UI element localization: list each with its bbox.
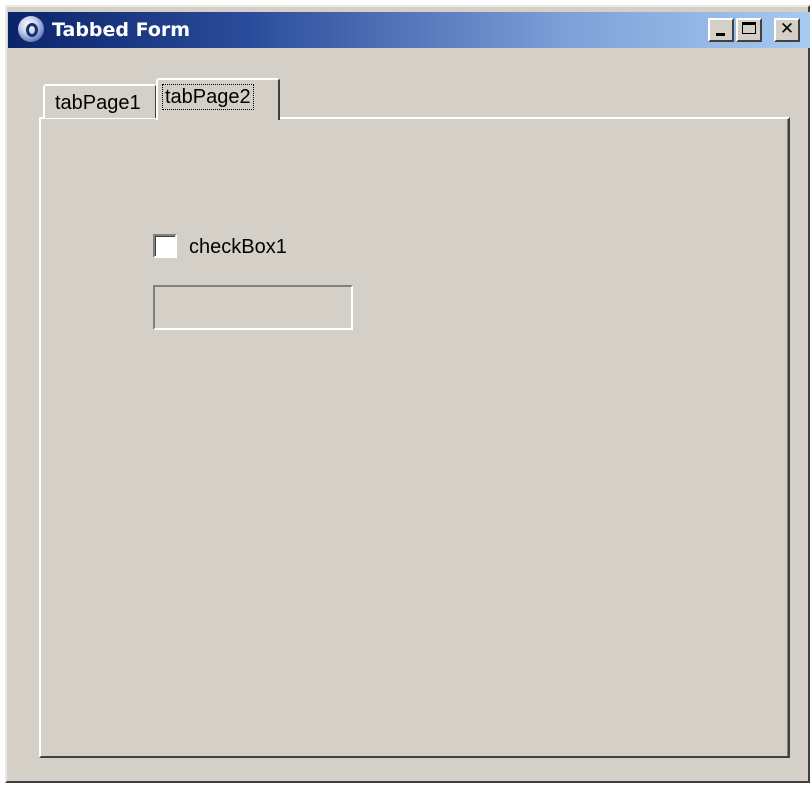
minimize-icon (716, 33, 725, 36)
checkbox1-label[interactable]: checkBox1 (189, 234, 287, 260)
app-icon[interactable] (18, 16, 44, 42)
minimize-button[interactable] (708, 18, 734, 42)
text-input[interactable] (153, 285, 353, 330)
maximize-button[interactable] (736, 18, 762, 42)
tab-tabpage2[interactable]: tabPage2 (156, 78, 280, 120)
tab-label: tabPage1 (55, 92, 141, 114)
tab-page-panel (39, 117, 790, 758)
tab-label: tabPage2 (162, 84, 254, 110)
tab-tabpage1[interactable]: tabPage1 (43, 84, 157, 118)
close-button[interactable]: ✕ (774, 18, 800, 42)
title-bar[interactable]: Tabbed Form ✕ (8, 12, 810, 48)
window-title: Tabbed Form (52, 19, 191, 41)
close-icon: ✕ (779, 19, 795, 39)
checkbox1[interactable] (153, 234, 177, 258)
maximize-icon (742, 22, 756, 34)
